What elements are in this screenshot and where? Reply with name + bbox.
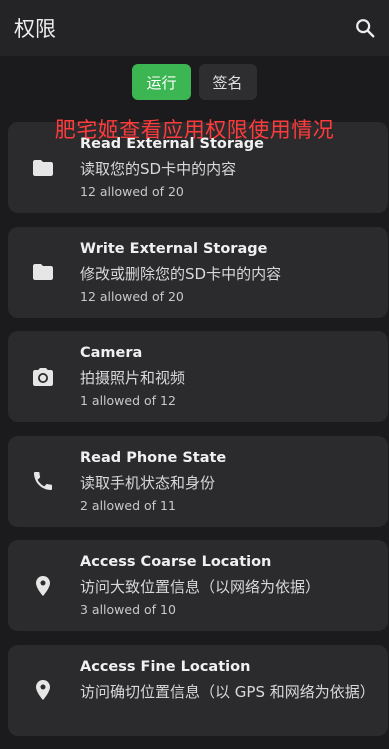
permission-title: Access Fine Location <box>80 658 251 675</box>
permission-list: Read External Storage 读取您的SD卡中的内容 12 all… <box>8 122 388 749</box>
permission-description: 修改或删除您的SD卡中的内容 <box>80 264 282 283</box>
permission-count: 3 allowed of 10 <box>80 602 176 617</box>
phone-icon <box>30 468 56 494</box>
permission-description: 访问大致位置信息（以网络为依据） <box>80 578 321 596</box>
search-icon <box>356 19 375 38</box>
permission-card-access-fine-location[interactable]: Access Fine Location 访问确切位置信息（以 GPS 和网络为… <box>8 644 388 736</box>
permission-card-access-coarse-location[interactable]: Access Coarse Location 访问大致位置信息（以网络为依据） … <box>8 540 388 631</box>
permission-count: 2 allowed of 11 <box>80 497 176 513</box>
permission-card-write-external-storage[interactable]: Write External Storage 修改或删除您的SD卡中的内容 12… <box>8 226 388 318</box>
permission-description: 读取您的SD卡中的内容 <box>80 160 237 178</box>
permission-title: Read Phone State <box>80 449 227 466</box>
permission-card-camera[interactable]: Camera 拍摄照片和视频 1 allowed of 12 <box>8 331 388 422</box>
permission-card-read-phone-state[interactable]: Read Phone State 读取手机状态和身份 2 allowed of … <box>8 435 388 527</box>
permission-description: 读取手机状态和身份 <box>80 473 216 492</box>
location-pin-icon <box>30 677 56 703</box>
permission-description: 拍摄照片和视频 <box>80 369 186 387</box>
location-pin-icon <box>30 573 56 599</box>
tab-signature[interactable]: 签名 <box>198 64 257 100</box>
tab-running[interactable]: 运行 <box>132 64 191 100</box>
permission-title: Camera <box>80 345 143 361</box>
watermark-text: 肥宅姬查看应用权限使用情况 <box>54 118 335 142</box>
permission-count: 1 allowed of 12 <box>80 393 176 408</box>
permission-title: Write External Storage <box>80 240 268 257</box>
app-bar: 权限 <box>0 0 389 56</box>
tab-bar: 运行 签名 <box>0 64 389 100</box>
permission-title: Access Coarse Location <box>80 554 272 570</box>
folder-icon <box>30 155 56 181</box>
camera-icon <box>30 364 56 390</box>
search-button[interactable] <box>347 10 383 46</box>
permission-count: 12 allowed of 20 <box>80 288 184 304</box>
permission-count: 12 allowed of 20 <box>80 184 184 199</box>
page-title: 权限 <box>14 17 56 41</box>
folder-icon <box>30 259 56 285</box>
